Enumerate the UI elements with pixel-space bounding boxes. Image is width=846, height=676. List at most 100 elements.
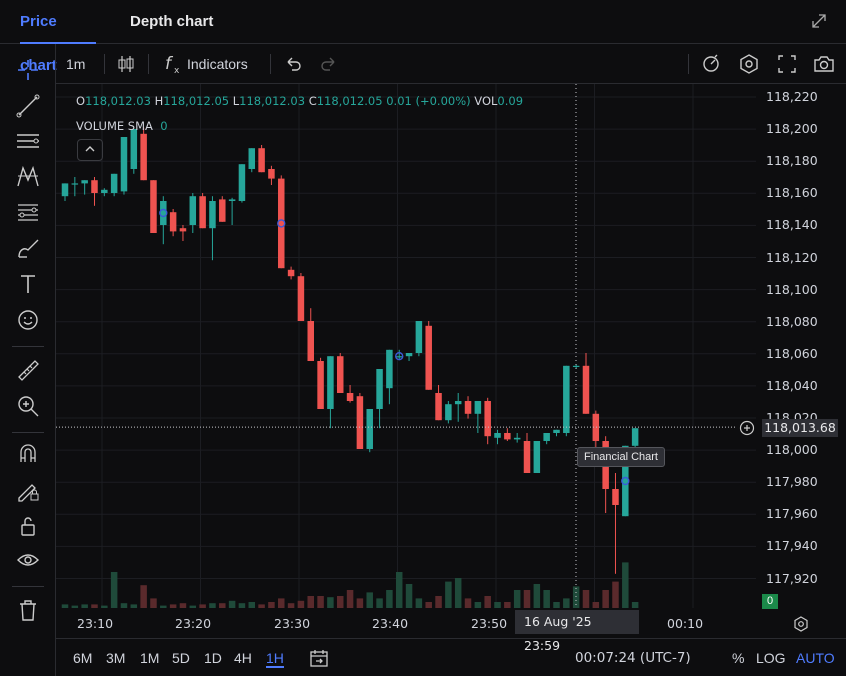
auto-scale-toggle[interactable]: AUTO (796, 650, 835, 666)
candle-body (336, 356, 344, 393)
range-6m[interactable]: 6M (73, 650, 92, 666)
text-tool-icon[interactable] (14, 270, 42, 298)
candlestick-type-icon[interactable] (116, 52, 136, 76)
candle-body (445, 404, 452, 421)
candle-body (464, 401, 472, 414)
candle-body (513, 437, 521, 440)
range-1h[interactable]: 1H (266, 650, 284, 668)
price-chart-canvas[interactable] (56, 84, 846, 608)
candle-body (258, 148, 265, 173)
fullscreen-icon[interactable] (776, 52, 798, 76)
price-tick: 118,180 (766, 153, 818, 169)
candle-body (553, 429, 560, 433)
quick-trade-icon[interactable] (700, 52, 722, 76)
lock-drawing-icon[interactable] (14, 476, 42, 504)
eye-icon[interactable] (14, 546, 42, 574)
range-5d[interactable]: 5D (172, 650, 190, 666)
expand-icon[interactable] (810, 12, 828, 30)
candle-body (346, 393, 354, 401)
candle-body (307, 321, 314, 361)
ohlc-legend: O118,012.03 H118,012.05 L118,012.03 C118… (76, 94, 523, 108)
trash-icon[interactable] (14, 596, 42, 624)
svg-text:f: f (165, 54, 174, 74)
zoom-in-icon[interactable] (14, 392, 42, 420)
candle-body (169, 212, 177, 232)
volume-bar (110, 572, 118, 608)
log-scale-toggle[interactable]: LOG (756, 650, 786, 666)
candle-body (454, 401, 462, 405)
range-1m[interactable]: 1M (140, 650, 159, 666)
candle-body (425, 325, 432, 390)
range-3m[interactable]: 3M (106, 650, 125, 666)
emoji-icon[interactable] (14, 306, 42, 334)
time-axis[interactable]: 23:10 23:20 23:30 23:40 23:50 00:10 (56, 608, 846, 638)
volume-bar (386, 590, 393, 608)
candle-body (405, 353, 413, 357)
volume-sma-label: VOLUME SMA (76, 119, 153, 133)
volume-bar (140, 585, 147, 608)
candle-body (130, 129, 138, 169)
collapse-legend-button[interactable] (77, 139, 103, 161)
date-range-icon[interactable] (308, 647, 330, 669)
volume-bar (543, 590, 550, 608)
time-tick: 23:40 (372, 616, 409, 631)
volume-bar (307, 596, 314, 608)
axis-settings-icon[interactable] (792, 615, 810, 633)
volume-bar (622, 562, 629, 608)
low-value: 118,012.03 (239, 94, 306, 108)
trend-line-icon[interactable] (14, 92, 42, 120)
candle-body (278, 178, 285, 269)
volume-bar (366, 592, 373, 608)
percent-scale-toggle[interactable]: % (732, 650, 744, 666)
ruler-icon[interactable] (14, 356, 42, 384)
interval-selector[interactable]: 1m (66, 52, 85, 76)
time-tick: 23:10 (77, 616, 114, 631)
price-tick: 118,220 (766, 89, 818, 104)
chart-toolbar: 1m fx Indicators (56, 44, 846, 84)
unlock-icon[interactable] (14, 512, 42, 540)
candle-body (120, 137, 128, 192)
range-4h[interactable]: 4H (234, 650, 252, 666)
horizontal-lines-icon[interactable] (14, 127, 42, 155)
undo-icon[interactable] (282, 52, 304, 76)
indicators-button[interactable]: Indicators (187, 52, 248, 76)
candle-body (179, 228, 187, 232)
volume-bar (405, 584, 413, 608)
add-alert-button[interactable] (737, 419, 757, 437)
volume-bar (150, 598, 157, 608)
candle-body (327, 356, 334, 409)
indicators-icon[interactable]: fx (164, 52, 184, 76)
range-1d[interactable]: 1D (204, 650, 222, 666)
candle-body (504, 433, 511, 440)
fib-retracement-icon[interactable] (14, 198, 42, 226)
change-value: 0.01 (+0.00%) (386, 94, 471, 108)
pattern-icon[interactable] (14, 162, 42, 190)
candle-body (101, 189, 108, 193)
volume-bar (454, 578, 462, 608)
price-tick: 118,160 (766, 185, 818, 201)
crosshair-icon[interactable] (14, 56, 42, 84)
candle-body (297, 276, 305, 321)
candle-body (160, 201, 167, 225)
redo-icon[interactable] (318, 52, 340, 76)
crosshair-time-label: 16 Aug '25 23:59 (515, 610, 639, 653)
tab-depth-chart[interactable]: Depth chart (130, 0, 213, 44)
volume-bar (523, 590, 531, 608)
settings-icon[interactable] (738, 52, 760, 76)
candle-body (71, 183, 79, 185)
candle-body (238, 164, 246, 201)
volume-bar (435, 596, 442, 608)
crosshair-date: 16 Aug '25 (524, 614, 592, 629)
magnet-icon[interactable] (14, 440, 42, 468)
clock-display[interactable]: 00:07:24 (UTC-7) (575, 650, 691, 666)
camera-icon[interactable] (812, 52, 836, 76)
chart-tooltip: Financial Chart (577, 447, 665, 467)
volume-bar (376, 598, 383, 608)
tab-price-chart[interactable]: Price chart (20, 0, 96, 74)
candle-body (61, 183, 69, 197)
candle-body (386, 349, 393, 389)
candle-body (199, 196, 206, 229)
brush-icon[interactable] (14, 234, 42, 262)
candle-body (533, 441, 541, 473)
volume-sma-value: 0 (160, 119, 168, 133)
